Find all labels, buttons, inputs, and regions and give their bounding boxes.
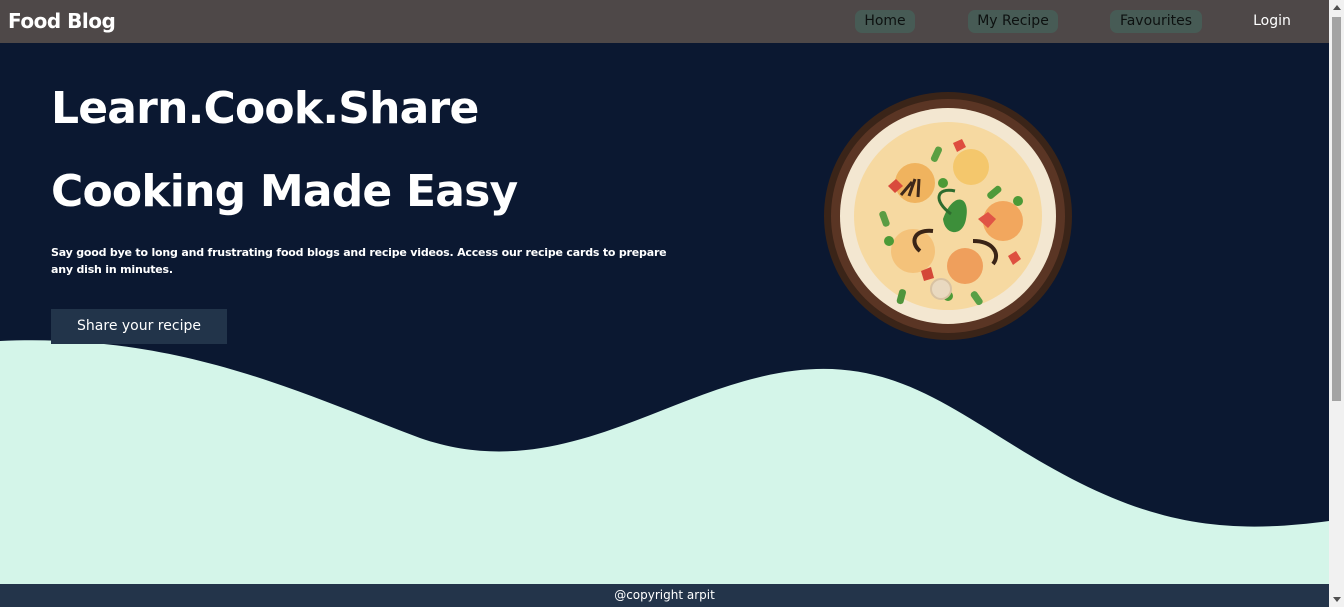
nav-home-link[interactable]: Home xyxy=(855,10,915,33)
brand-logo[interactable]: Food Blog xyxy=(8,8,116,34)
navbar: Food Blog Home My Recipe Favourites Logi… xyxy=(0,0,1329,43)
biryani-bowl-icon xyxy=(824,92,1072,340)
nav-my-recipe-link[interactable]: My Recipe xyxy=(968,10,1058,33)
page: Food Blog Home My Recipe Favourites Logi… xyxy=(0,0,1344,607)
scrollbar-thumb[interactable] xyxy=(1332,17,1341,401)
share-recipe-button[interactable]: Share your recipe xyxy=(51,309,227,344)
nav-favourites-link[interactable]: Favourites xyxy=(1110,10,1202,33)
hero-headline-secondary: Cooking Made Easy xyxy=(51,166,518,217)
vertical-scrollbar[interactable] xyxy=(1329,0,1344,607)
scroll-up-icon[interactable] xyxy=(1333,5,1341,10)
hero-section: Learn.Cook.Share Cooking Made Easy Say g… xyxy=(0,43,1329,584)
footer-copyright: @copyright arpit xyxy=(0,584,1329,607)
nav-login-link[interactable]: Login xyxy=(1244,10,1300,33)
scroll-down-icon[interactable] xyxy=(1333,597,1341,602)
hero-headline-primary: Learn.Cook.Share xyxy=(51,83,479,134)
hero-tagline: Say good bye to long and frustrating foo… xyxy=(51,246,667,276)
